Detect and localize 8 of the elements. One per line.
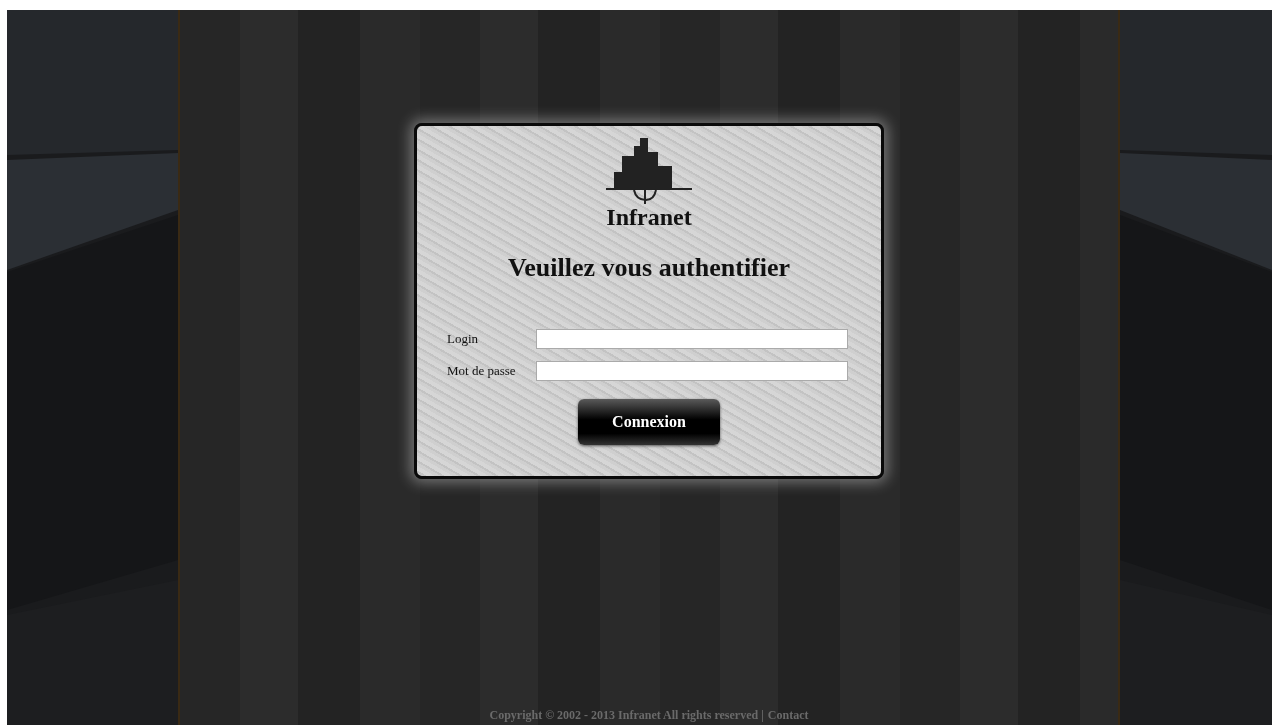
input-field[interactable] xyxy=(536,329,848,349)
copyright-text: Copyright © 2002 - 2013 Infranet All rights reserved | xyxy=(489,708,764,723)
field-label: Mot de passe xyxy=(447,363,517,379)
brand-name: Infranet xyxy=(606,204,692,231)
login-heading: Veuillez vous authentifier xyxy=(507,253,791,283)
field-label: Login xyxy=(447,331,480,347)
input-field[interactable] xyxy=(536,361,848,381)
login-button[interactable]: Connexion xyxy=(578,399,720,445)
